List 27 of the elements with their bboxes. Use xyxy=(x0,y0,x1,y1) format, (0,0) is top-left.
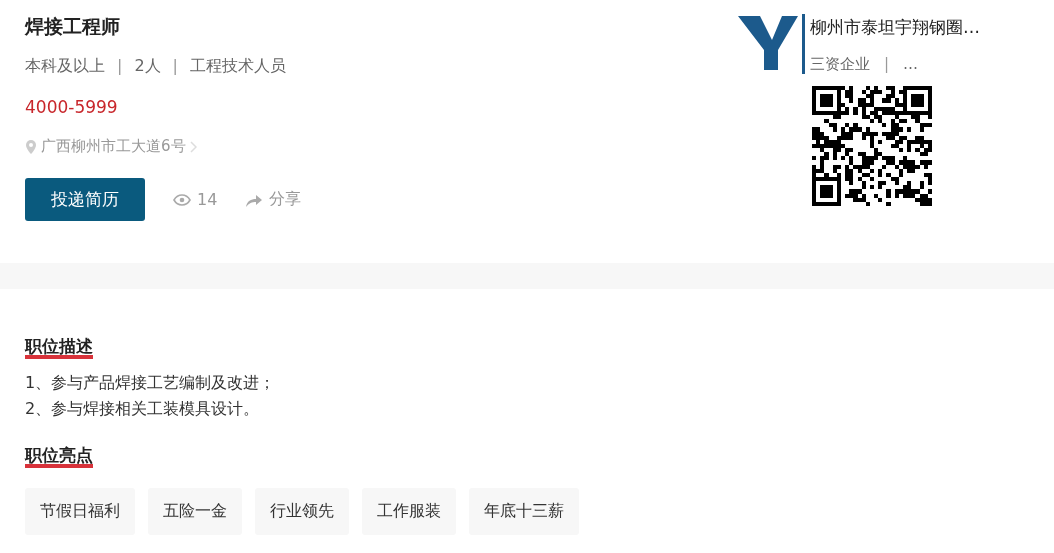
job-meta: 本科及以上 xyxy=(25,56,105,77)
job-meta: 2人 xyxy=(134,56,161,77)
highlight-tag: 节假日福利 xyxy=(25,488,135,535)
section-title: 职位描述 xyxy=(25,337,93,359)
company-logo-icon xyxy=(738,14,806,74)
section-title: 职位亮点 xyxy=(25,446,93,468)
highlight-tag: 行业领先 xyxy=(255,488,349,535)
company-tag: … xyxy=(903,55,919,74)
separator: | xyxy=(117,56,123,77)
highlight-tag: 年底十三薪 xyxy=(469,488,579,535)
salary: 4000-5999 xyxy=(25,97,119,117)
highlight-tag: 工作服装 xyxy=(362,488,456,535)
separator: | xyxy=(172,56,178,77)
apply-button[interactable]: 投递简历 xyxy=(25,178,145,221)
highlight-tag: 五险一金 xyxy=(148,488,242,535)
description-line: 1、参与产品焊接工艺编制及改进； xyxy=(25,373,277,394)
company-tag: 三资企业 xyxy=(810,55,870,74)
job-title: 焊接工程师 xyxy=(25,14,121,39)
job-meta: 工程技术人员 xyxy=(189,56,286,77)
eye-icon xyxy=(173,193,191,206)
chevron-right-icon xyxy=(189,140,197,153)
separator: | xyxy=(884,55,890,74)
location-pin-icon xyxy=(25,139,37,154)
description-line: 2、参与焊接相关工装模具设计。 xyxy=(25,399,261,420)
qr-code-icon xyxy=(812,86,932,206)
view-count: 14 xyxy=(197,190,218,209)
company-name[interactable]: 柳州市泰坦宇翔钢圈… xyxy=(810,16,980,39)
